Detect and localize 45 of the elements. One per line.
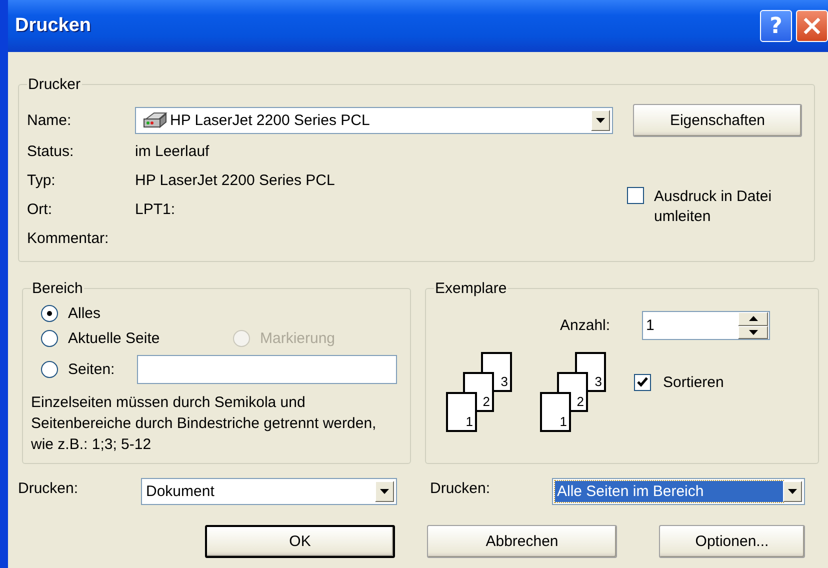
printer-dropdown[interactable]: HP LaserJet 2200 Series PCL: [135, 106, 613, 134]
field-label: Kommentar:: [27, 230, 110, 247]
field-value: HP LaserJet 2200 Series PCL: [135, 172, 335, 189]
printer-icon: [142, 110, 168, 130]
caret-icon: [596, 118, 605, 122]
dialog-button[interactable]: OK: [205, 525, 395, 558]
caret-icon: [380, 489, 389, 494]
print-dropdown[interactable]: Alle Seiten im Bereich: [552, 478, 805, 505]
option-label: Seiten:: [68, 361, 115, 378]
caret-icon: [748, 330, 758, 335]
up-arrow-icon: [748, 316, 758, 322]
dialog-button[interactable]: Abbrechen: [427, 525, 617, 558]
checkbox[interactable]: [634, 374, 651, 390]
help-button[interactable]: ?: [760, 10, 792, 42]
field-label: Ort:: [27, 201, 53, 218]
hint-text: Einzelseiten müssen durch Semikola und Seitenbereiche durch Bindestriche getrennt werden, wie z.B.: 1;3; 5-12: [31, 393, 378, 455]
close-button[interactable]: [796, 10, 828, 42]
radio-button[interactable]: [41, 330, 58, 347]
field-label: Status:: [27, 143, 75, 160]
checkbox-label: Ausdruck in Datei umleiten: [654, 187, 773, 227]
field-label: Typ:: [27, 172, 56, 189]
option-label: Markierung: [260, 330, 336, 347]
radio-button[interactable]: [41, 305, 58, 322]
group-title: Drucker: [27, 76, 82, 93]
field-label: Name:: [27, 112, 72, 128]
field-value: im Leerlauf: [135, 143, 210, 160]
option-label: Aktuelle Seite: [68, 330, 160, 347]
option-label: Alles: [68, 305, 101, 322]
field-label: Drucken:: [430, 479, 492, 497]
field-label: Drucken:: [18, 479, 80, 497]
print-dropdown[interactable]: Dokument: [141, 478, 397, 505]
properties-button[interactable]: Eigenschaften: [633, 104, 802, 136]
caret-icon: [788, 489, 797, 494]
dialog-button[interactable]: Optionen...: [659, 525, 805, 558]
radio-button[interactable]: [41, 361, 58, 378]
field-value: LPT1:: [135, 201, 176, 218]
group-title: Bereich: [31, 280, 84, 297]
field-label: Anzahl:: [560, 317, 612, 334]
copies-spinner[interactable]: 1: [642, 311, 770, 340]
close-icon: [803, 17, 821, 35]
pages-input[interactable]: [137, 355, 397, 384]
group-title: Exemplare: [434, 280, 508, 297]
window-title: Drucken: [15, 15, 92, 37]
checkbox-label: Sortieren: [663, 374, 724, 390]
checkbox[interactable]: [627, 187, 644, 204]
